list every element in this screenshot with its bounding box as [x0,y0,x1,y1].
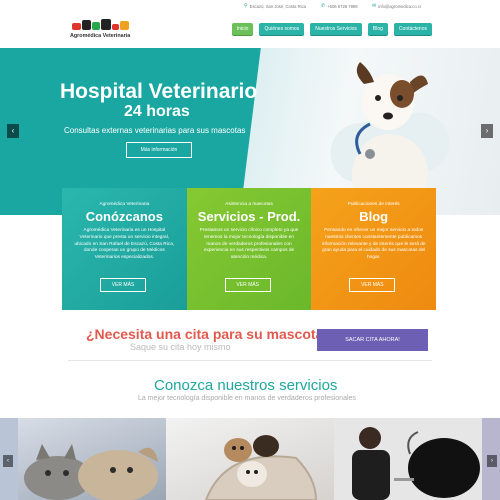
card-title: Servicios - Prod. [197,209,301,224]
card-text: Prestamos un servicio clínico completo y… [199,228,299,261]
address-item: ⚲ Escazú, San José, Costa Rica [244,3,306,9]
card-kicker: Agromédica Veterinaria [99,202,150,207]
more-info-button[interactable]: Más información [126,142,192,158]
location-pin-icon: ⚲ [244,3,248,9]
card-kicker: Asistencia a mascotas [225,202,273,207]
appointment-question: ¿Necesita una cita para su mascota? [86,326,332,342]
site-logo[interactable]: Agromédica Veterinaria [70,18,140,46]
card-about: Agromédica Veterinaria Conózcanos Agromé… [62,188,187,310]
appointment-subtext: Saque su cita hoy mismo [130,342,231,352]
phone-text[interactable]: +506 8728 7898 [327,4,357,9]
logo-brand-text: Agromédica Veterinaria [70,33,131,39]
service-photo-puppies[interactable] [166,418,334,500]
divider [68,360,432,361]
see-more-button[interactable]: VER MÁS [224,278,271,292]
phone-icon: ✆ [321,3,326,9]
book-appointment-button[interactable]: SACAR CITA AHORA! [317,329,428,351]
site-header: Agromédica Veterinaria Inicio Quiénes so… [0,12,500,48]
services-title: Conozca nuestros servicios [154,377,338,394]
grooming-image [334,418,482,500]
mail-icon: ✉ [372,3,377,9]
services-subtitle: La mejor tecnología disponible en manos … [138,395,356,402]
card-services: Asistencia a mascotas Servicios - Prod. … [186,188,312,310]
card-title: Conózcanos [85,209,163,224]
email-item[interactable]: ✉ info@agromedica.co.cr [372,3,421,9]
kittens-image [24,444,158,500]
card-kicker: Publicaciones de interés [347,202,400,207]
carousel-prev-arrow-icon[interactable]: ‹ [3,455,13,467]
carousel-next-arrow-icon[interactable]: › [487,455,497,467]
service-photo-grooming[interactable] [334,418,482,500]
hero-description: Consultas externas veterinarias para sus… [64,126,246,135]
hero-title: Hospital Veterinario [60,80,258,103]
nav-item-inicio[interactable]: Inicio [231,23,254,35]
slider-next-arrow-icon[interactable]: › [481,124,493,138]
address-text: Escazú, San José, Costa Rica [249,3,306,9]
see-more-button[interactable]: VER MÁS [100,278,146,292]
nav-item-blog[interactable]: Blog [367,23,388,35]
card-text: Agromédica Veterinaria es un Hospital Ve… [74,228,175,261]
main-nav: Inicio Quiénes somos Nuestros Servicios … [231,23,432,35]
hero-subtitle: 24 horas [124,103,190,120]
nav-item-quienes-somos[interactable]: Quiénes somos [259,23,305,35]
page: ⚲ Escazú, San José, Costa Rica ✆ +506 87… [0,0,500,500]
card-blog: Publicaciones de interés Blog Pensando e… [311,188,437,310]
card-text: Pensando en ofrecer un mejor servicio a … [321,228,426,261]
nav-item-contactenos[interactable]: Contáctenos [393,23,432,35]
feature-cards: Agromédica Veterinaria Conózcanos Agromé… [62,188,437,310]
logo-animals-icon [72,18,140,30]
contact-bar: ⚲ Escazú, San José, Costa Rica ✆ +506 87… [0,0,500,12]
puppies-image [204,435,318,500]
card-title: Blog [359,209,389,224]
email-text[interactable]: info@agromedica.co.cr [378,4,421,9]
dog-image [352,62,428,204]
service-photo-kittens[interactable] [18,418,166,500]
phone-item[interactable]: ✆ +506 8728 7898 [321,3,358,9]
services-carousel [0,418,500,500]
slider-prev-arrow-icon[interactable]: ‹ [7,124,19,138]
see-more-button[interactable]: VER MÁS [349,278,396,292]
nav-item-servicios[interactable]: Nuestros Servicios [310,23,362,35]
